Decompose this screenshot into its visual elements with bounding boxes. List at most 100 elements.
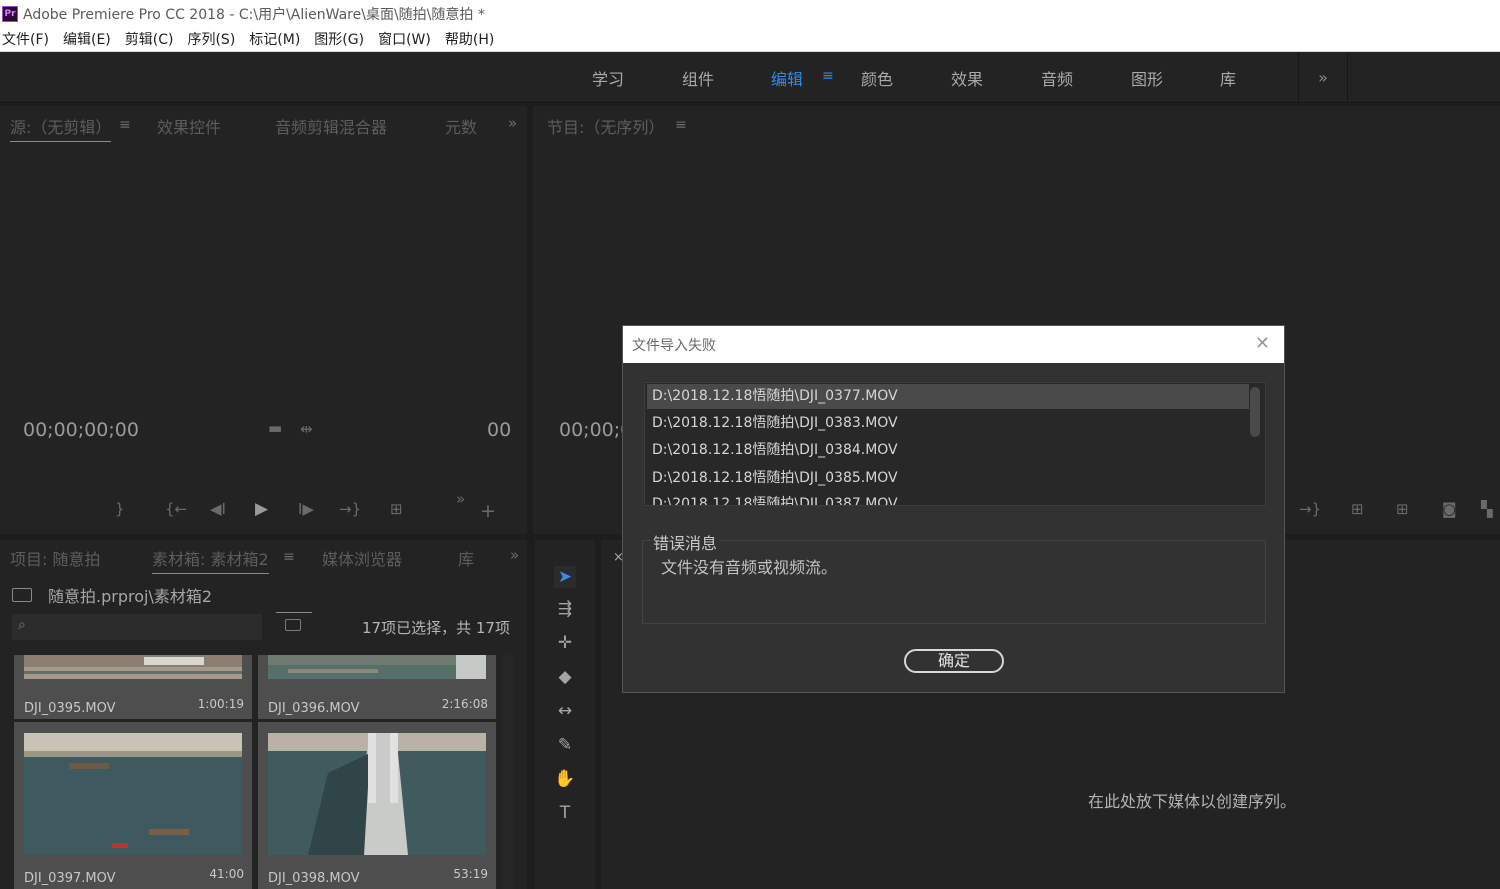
extract-icon[interactable]: ⊞ [1396, 500, 1409, 518]
dialog-header: 文件导入失败 ✕ [623, 326, 1284, 363]
source-duration: 00 [487, 419, 512, 441]
panel-menu-icon[interactable]: ≡ [675, 117, 687, 133]
project-scrollbar[interactable] [503, 655, 513, 889]
clip-name: DJI_0395.MOV [24, 701, 116, 716]
tab-project[interactable]: 项目: 随意拍 [10, 546, 100, 570]
workspace-tab-editing[interactable]: 编辑 [771, 66, 803, 90]
panel-overflow-icon[interactable]: » [510, 546, 519, 564]
workspace-tab-effects[interactable]: 效果 [951, 66, 983, 90]
razor-icon[interactable]: ◆ [554, 666, 576, 688]
list-item[interactable]: D:\2018.12.18悟随拍\DJI_0384.MOV [647, 438, 1249, 463]
hand-icon[interactable]: ✋ [554, 768, 576, 790]
pen-icon[interactable]: ✎ [554, 734, 576, 756]
go-to-out-icon[interactable]: →} [339, 500, 361, 518]
clip-thumbnail[interactable]: DJI_0397.MOV 41:00 [14, 722, 252, 889]
add-button-icon[interactable]: + [480, 500, 496, 522]
workspace-tab-assembly[interactable]: 组件 [682, 66, 714, 90]
clip-duration: 53:19 [453, 867, 488, 881]
search-bin-icon [285, 619, 301, 631]
list-item[interactable]: D:\2018.12.18悟随拍\DJI_0387.MOV [647, 492, 1249, 505]
list-item[interactable]: D:\2018.12.18悟随拍\DJI_0385.MOV [647, 466, 1249, 491]
list-scrollbar[interactable] [1250, 387, 1260, 437]
step-forward-icon[interactable]: I▶ [298, 500, 314, 518]
selection-count: 17项已选择，共 17项 [362, 619, 510, 637]
new-search-bin-button[interactable] [276, 612, 312, 640]
fit-icon[interactable]: ▬ [268, 419, 282, 437]
error-message-label: 错误消息 [651, 530, 720, 554]
bin-path: 随意拍.prproj\素材箱2 [48, 587, 213, 606]
menu-help[interactable]: 帮助(H) [443, 29, 501, 49]
clip-thumbnail[interactable]: DJI_0396.MOV 2:16:08 [258, 655, 496, 719]
menu-bar: 文件(F) 编辑(E) 剪辑(C) 序列(S) 标记(M) 图形(G) 窗口(W… [0, 27, 1500, 52]
menu-sequence[interactable]: 序列(S) [185, 29, 242, 49]
lift-icon[interactable]: ⊞ [1351, 500, 1364, 518]
button-editor-overflow-icon[interactable]: » [456, 490, 465, 508]
tab-effect-controls[interactable]: 效果控件 [157, 114, 221, 138]
selection-tool-icon[interactable]: ➤ [554, 566, 576, 588]
clip-duration: 41:00 [209, 867, 244, 881]
panel-overflow-icon[interactable]: » [508, 114, 517, 132]
tools-panel: ➤ ⇶ ✛ ◆ ↔ ✎ ✋ T [535, 540, 595, 889]
workspace-tab-audio[interactable]: 音频 [1041, 66, 1073, 90]
go-to-out-icon[interactable]: →} [1299, 500, 1321, 518]
search-input[interactable]: ⌕ [12, 614, 262, 640]
clip-thumbnail[interactable]: DJI_0395.MOV 1:00:19 [14, 655, 252, 719]
tab-libraries[interactable]: 库 [458, 546, 474, 570]
mark-out-icon[interactable]: } [115, 500, 125, 518]
list-item[interactable]: D:\2018.12.18悟随拍\DJI_0383.MOV [647, 411, 1249, 436]
menu-graphics[interactable]: 图形(G) [312, 29, 371, 49]
track-select-icon[interactable]: ⇶ [554, 598, 576, 620]
clip-duration: 2:16:08 [441, 697, 488, 711]
play-icon[interactable]: ▶ [255, 499, 268, 519]
clip-preview-image [24, 655, 242, 679]
list-item[interactable]: D:\2018.12.18悟随拍\DJI_0377.MOV [647, 384, 1249, 409]
tab-media-browser[interactable]: 媒体浏览器 [322, 546, 402, 570]
clip-preview-image [24, 733, 242, 855]
insert-clip-icon[interactable]: ⊞ [390, 500, 403, 518]
menu-edit[interactable]: 编辑(E) [61, 29, 118, 49]
comparison-view-icon[interactable]: ▚ [1481, 500, 1493, 518]
tab-audio-clip-mixer[interactable]: 音频剪辑混合器 [275, 114, 387, 138]
step-back-icon[interactable]: ◀I [210, 500, 226, 518]
error-message-text: 文件没有音频或视频流。 [661, 558, 838, 577]
workspace-tab-color[interactable]: 颜色 [861, 66, 893, 90]
slip-icon[interactable]: ↔ [554, 700, 576, 722]
menu-file[interactable]: 文件(F) [0, 29, 56, 49]
bin-up-icon[interactable] [12, 588, 32, 602]
clip-name: DJI_0396.MOV [268, 701, 360, 716]
workspace-tab-learning[interactable]: 学习 [592, 66, 624, 90]
export-frame-icon[interactable]: ◙ [1442, 500, 1457, 518]
source-timecode[interactable]: 00;00;00;00 [23, 419, 139, 441]
workspace-tab-libraries[interactable]: 库 [1220, 66, 1236, 90]
ok-button[interactable]: 确定 [904, 649, 1004, 673]
workspace-tab-graphics[interactable]: 图形 [1131, 66, 1163, 90]
error-message-box [642, 540, 1266, 624]
tab-source[interactable]: 源:（无剪辑） [10, 114, 112, 142]
menu-markers[interactable]: 标记(M) [247, 29, 307, 49]
window-title: Adobe Premiere Pro CC 2018 - C:\用户\Alien… [23, 6, 485, 23]
premiere-logo-icon: Pr [2, 5, 18, 22]
close-icon[interactable]: ✕ [1255, 333, 1270, 354]
clip-thumbnail[interactable]: DJI_0398.MOV 53:19 [258, 722, 496, 889]
ripple-edit-icon[interactable]: ✛ [554, 632, 576, 654]
clip-duration: 1:00:19 [197, 697, 244, 711]
type-icon[interactable]: T [554, 802, 576, 824]
menu-window[interactable]: 窗口(W) [376, 29, 438, 49]
panel-menu-icon[interactable]: ≡ [283, 549, 295, 565]
tab-bin[interactable]: 素材箱: 素材箱2 [152, 546, 269, 574]
dialog-title: 文件导入失败 [632, 338, 716, 354]
workspace-bar: 学习 组件 编辑 ≡ 颜色 效果 音频 图形 库 » [0, 52, 1500, 103]
workspace-overflow-icon[interactable]: » [1298, 52, 1348, 103]
title-bar: Pr Adobe Premiere Pro CC 2018 - C:\用户\Al… [0, 0, 1500, 27]
panel-menu-icon[interactable]: ≡ [119, 117, 131, 133]
source-monitor-panel: 源:（无剪辑） ≡ 效果控件 音频剪辑混合器 元数 » 00;00;00;00 … [0, 106, 527, 534]
menu-clip[interactable]: 剪辑(C) [123, 29, 181, 49]
insert-icon[interactable]: ⇹ [300, 420, 313, 438]
tab-program[interactable]: 节目:（无序列） [547, 114, 664, 138]
go-to-in-icon[interactable]: {← [165, 500, 187, 518]
workspace-menu-icon[interactable]: ≡ [822, 68, 834, 84]
tab-metadata[interactable]: 元数 [445, 114, 477, 138]
failed-file-list[interactable]: D:\2018.12.18悟随拍\DJI_0377.MOV D:\2018.12… [644, 382, 1266, 506]
clip-preview-image [268, 733, 486, 855]
timeline-drop-hint: 在此处放下媒体以创建序列。 [1088, 792, 1297, 811]
